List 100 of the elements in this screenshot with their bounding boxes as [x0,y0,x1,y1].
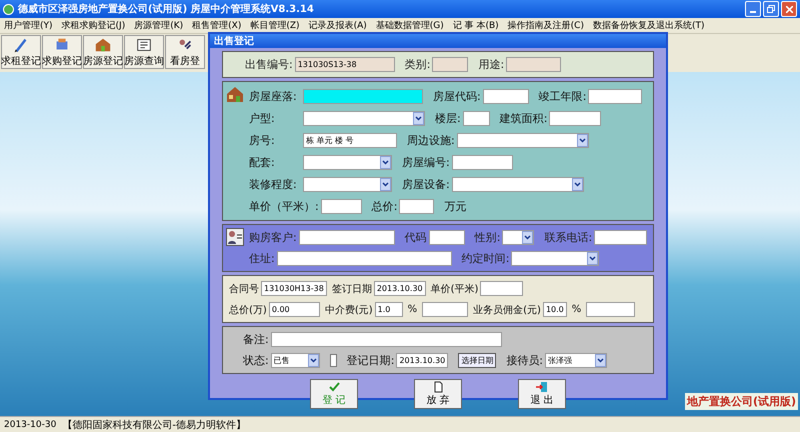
text-field[interactable]: 0.00 [268,302,320,317]
restore-icon [767,5,775,13]
field-label: 房屋代码: [433,88,481,104]
house-icon [226,85,244,103]
field-label: 备注: [243,332,269,347]
field-label: 房屋设备: [402,176,450,192]
toolbar-button[interactable]: 看房登 [165,35,205,69]
choose-date-button[interactable]: 选择日期 [458,353,496,368]
chevron-down-icon [308,354,319,367]
minimize-button[interactable] [745,1,761,17]
chevron-down-icon [594,354,606,367]
field-label: 总价(万) [229,304,267,316]
menu-item[interactable]: 房源管理(K) [134,19,184,32]
field-label: 代码 [404,230,427,245]
text-field[interactable] [432,57,468,72]
dropdown-field[interactable] [303,176,392,192]
text-field[interactable] [586,302,636,317]
dropdown-field[interactable] [502,230,534,245]
text-field[interactable] [506,57,562,72]
chevron-down-icon [576,134,588,146]
field-label: 楼层: [435,110,461,126]
field-label: 房屋编号: [402,154,450,170]
dialog-button[interactable]: 退 出 [518,379,566,409]
house-icon [93,36,113,54]
menu-item[interactable]: 记 事 本(B) [452,19,499,32]
text-field[interactable] [298,230,395,245]
spin-button[interactable] [330,354,337,367]
text-field[interactable] [422,302,468,317]
toolbar-button[interactable]: 求租登记 [1,35,41,69]
text-field[interactable] [480,281,524,296]
toolbar-button[interactable]: 房源登记 [83,35,123,69]
unit-label: % [408,304,418,315]
unit-label: % [572,304,582,315]
dropdown-field[interactable] [303,110,425,126]
text-field[interactable]: 栋 单元 楼 号 [303,132,397,148]
field-label: 合同号 [229,282,259,296]
field-label: 购房客户: [249,230,297,245]
field-label: 住址: [249,251,275,266]
text-field[interactable] [588,88,642,104]
text-field[interactable]: 2013.10.30 [374,281,426,296]
field-label: 业务员佣金(元) [473,304,541,316]
text-field[interactable] [482,88,529,104]
toolbar-button[interactable]: 房源查询 [124,35,164,69]
menu-item[interactable]: 求租求购登记(J) [62,19,126,32]
text-field[interactable] [549,110,602,126]
text-field[interactable]: 131030S13-38 [294,57,395,72]
text-field[interactable] [594,230,648,245]
close-icon [786,6,792,12]
page-icon [432,381,444,393]
dropdown-field[interactable] [303,154,392,170]
exit-door-icon [536,381,548,393]
field-label: 单价(平米) [430,282,478,296]
text-field[interactable] [276,251,452,266]
field-label: 签订日期 [332,282,372,296]
dropdown-field[interactable]: 已售 [270,353,320,368]
menu-item[interactable]: 帐目管理(Z) [250,19,300,32]
close-button[interactable] [781,1,797,17]
window-title: 德威市区泽强房地产置换公司(试用版) 房屋中介管理系统V8.3.14 [18,2,314,16]
dialog-button[interactable]: 登 记 [310,379,358,409]
chevron-down-icon [587,252,598,265]
dropdown-field[interactable] [456,132,589,148]
dropdown-field[interactable] [452,176,584,192]
text-field[interactable] [270,332,502,347]
field-label: 装修程度: [249,176,298,192]
field-label: 登记日期: [346,353,394,368]
text-field[interactable] [452,154,513,170]
field-label: 单价（平米）: [249,198,319,214]
field-label: 类别: [404,57,430,72]
text-field[interactable]: 10.0 [542,302,567,317]
menu-item[interactable]: 租售管理(X) [192,19,242,32]
field-label: 出售编号: [245,57,293,72]
person-icon [226,228,244,246]
field-label: 竣工年限: [538,88,586,104]
text-field[interactable] [320,198,362,214]
chevron-down-icon [522,231,534,244]
field-label: 房屋座落: [249,88,298,104]
menu-item[interactable]: 基础数据管理(G) [376,19,444,32]
text-field[interactable]: 131030H13-38 [261,281,327,296]
text-field[interactable]: 1.0 [374,302,403,317]
dialog-title: 出售登记 [214,34,254,48]
dialog-button[interactable]: 放 弃 [414,379,462,409]
dropdown-field[interactable] [511,251,600,266]
restore-button[interactable] [763,1,779,17]
menu-item[interactable]: 用户管理(Y) [4,19,53,32]
chevron-down-icon [413,112,424,124]
text-field[interactable] [303,88,423,104]
toolbar-button[interactable]: 求购登记 [42,35,82,69]
menu-item[interactable]: 记录及报表(A) [308,19,367,32]
menu-item[interactable]: 操作指南及注册(C) [508,19,584,32]
dropdown-field[interactable]: 张泽强 [544,353,607,368]
field-label: 用途: [478,57,504,72]
field-label: 中介费(元) [324,304,373,316]
text-field[interactable] [462,110,490,126]
menu-item[interactable]: 数据备份恢复及退出系统(T) [592,19,705,32]
text-field[interactable]: 2013.10.30 [396,353,448,368]
banner-text: 地产置换公司(试用版) [684,393,798,410]
text-field[interactable] [399,198,434,214]
field-label: 房号: [249,132,276,148]
text-field[interactable] [428,230,465,245]
app-icon [3,4,14,14]
